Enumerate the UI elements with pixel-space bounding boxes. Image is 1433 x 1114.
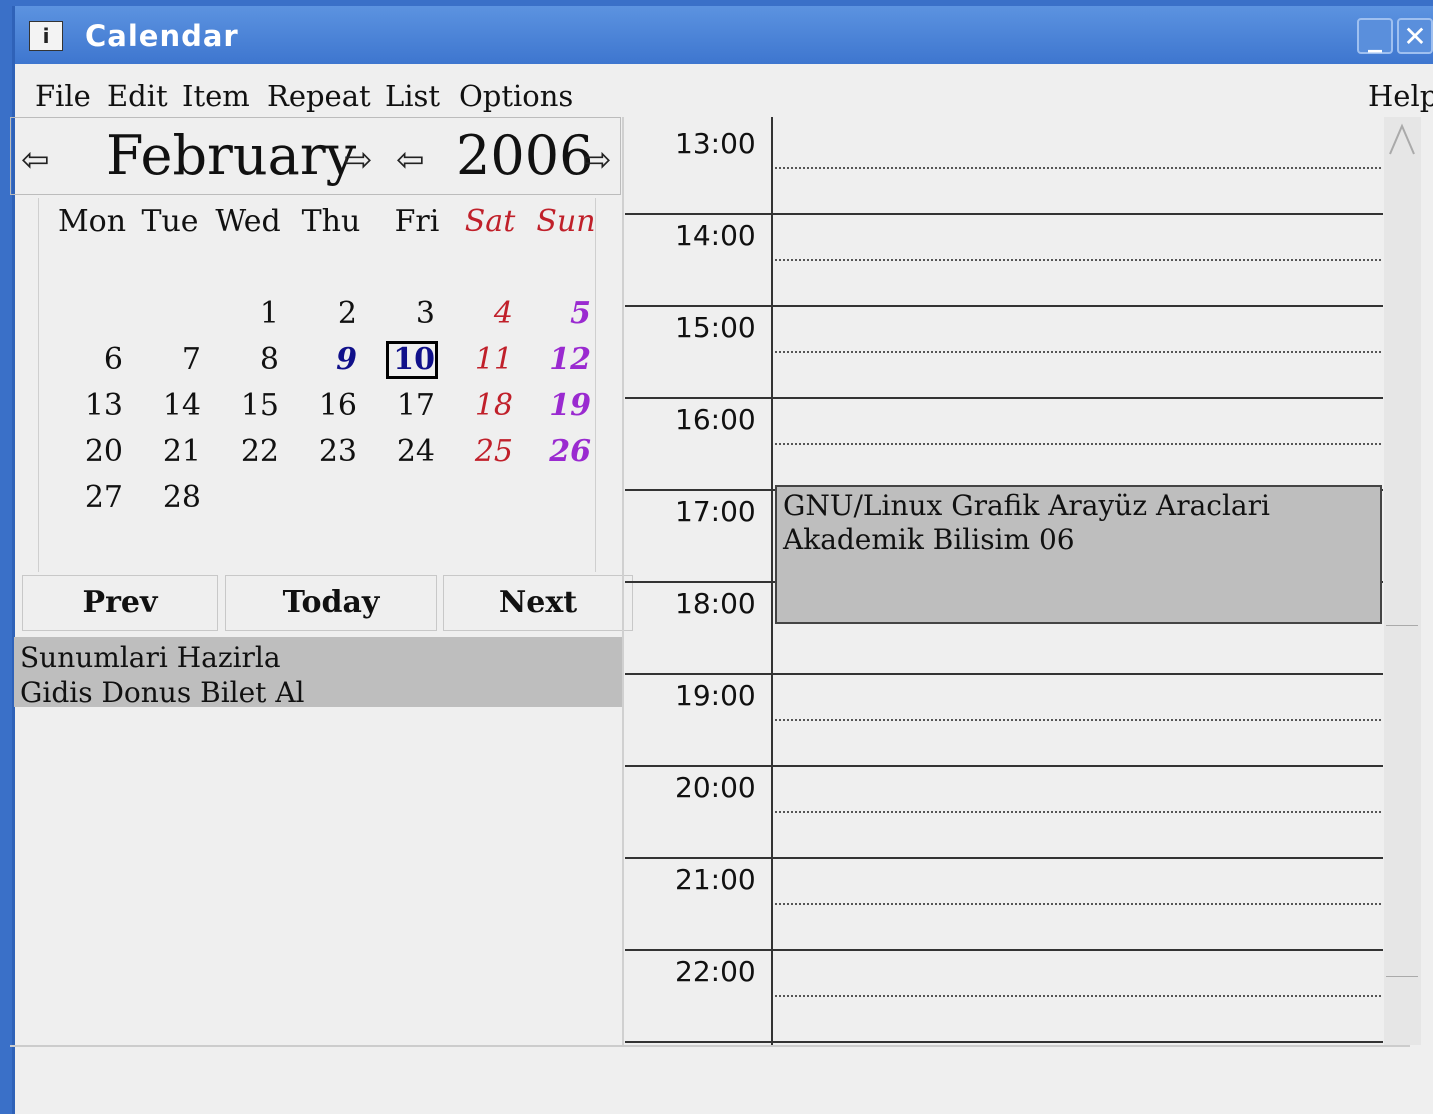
calendar-day[interactable]: 11	[443, 342, 513, 377]
calendar-day[interactable]: 8	[209, 342, 279, 377]
todo-item[interactable]: Gidis Donus Bilet Al	[20, 676, 305, 709]
menu-file[interactable]: File	[35, 79, 91, 113]
calendar-day[interactable]: 21	[131, 434, 201, 469]
half-hour-line	[775, 903, 1381, 905]
hour-label: 18:00	[675, 587, 756, 620]
scrollbar-thumb[interactable]	[1386, 625, 1418, 977]
next-month-arrow-icon[interactable]: ⇨	[344, 140, 373, 180]
menu-list[interactable]: List	[385, 79, 440, 113]
calendar-day[interactable]: 4	[443, 296, 513, 331]
menu-bar: File Edit Item Repeat List Options Help	[15, 66, 1433, 122]
calendar-day[interactable]: 12	[521, 342, 591, 377]
status-bar	[10, 1050, 1410, 1108]
prev-month-arrow-icon[interactable]: ⇦	[21, 140, 50, 180]
weekday-header: Wed	[215, 204, 281, 239]
half-hour-line	[775, 719, 1381, 721]
todo-list: Sunumlari Hazirla Gidis Donus Bilet Al	[14, 637, 623, 709]
calendar-day[interactable]: 24	[365, 434, 435, 469]
hour-line	[625, 305, 1383, 307]
app-icon[interactable]: i	[29, 21, 63, 51]
calendar-day[interactable]: 26	[521, 434, 591, 469]
appointment-event[interactable]: GNU/Linux Grafik Arayüz Araclari Akademi…	[775, 485, 1382, 624]
weekday-header: Tue	[141, 204, 199, 239]
calendar-day[interactable]: 18	[443, 388, 513, 423]
weekday-header-sunday: Sun	[536, 204, 596, 239]
prev-button[interactable]: Prev	[22, 575, 218, 631]
hour-label: 17:00	[675, 495, 756, 528]
weekday-header-saturday: Sat	[464, 204, 516, 239]
hour-line	[625, 1041, 1383, 1043]
hour-label: 21:00	[675, 863, 756, 896]
half-hour-line	[775, 995, 1381, 997]
close-button[interactable]: ✕	[1397, 18, 1433, 54]
calendar-day[interactable]: 5	[521, 296, 591, 331]
calendar-day[interactable]: 16	[287, 388, 357, 423]
window-title: Calendar	[85, 19, 239, 53]
hour-line	[625, 397, 1383, 399]
calendar-day[interactable]: 1	[209, 296, 279, 331]
half-hour-line	[775, 259, 1381, 261]
next-button[interactable]: Next	[443, 575, 633, 631]
weekday-header: Fri	[394, 204, 440, 239]
calendar-day[interactable]: 3	[365, 296, 435, 331]
month-year-navigator: ⇦ February ⇨ ⇦ 2006 ⇨	[10, 117, 621, 195]
half-hour-line	[775, 167, 1381, 169]
calendar-day[interactable]: 14	[131, 388, 201, 423]
calendar-day[interactable]: 22	[209, 434, 279, 469]
month-calendar-grid: Mon Tue Wed Thu Fri Sat Sun 1 2 3 4 5 6 …	[38, 198, 596, 572]
hour-line	[625, 949, 1383, 951]
calendar-day[interactable]: 17	[365, 388, 435, 423]
calendar-day[interactable]: 20	[53, 434, 123, 469]
today-button[interactable]: Today	[225, 575, 437, 631]
todo-item[interactable]: Sunumlari Hazirla	[20, 641, 281, 674]
year-label: 2006	[456, 124, 594, 187]
weekday-header: Thu	[301, 204, 361, 239]
month-label: February	[106, 124, 357, 187]
hour-label: 19:00	[675, 679, 756, 712]
menu-help[interactable]: Help	[1368, 79, 1433, 113]
title-bar[interactable]: i Calendar _ ✕	[15, 6, 1433, 64]
menu-item[interactable]: Item	[182, 79, 250, 113]
status-divider	[10, 1045, 1410, 1047]
minimize-button[interactable]: _	[1357, 18, 1393, 54]
calendar-day[interactable]: 23	[287, 434, 357, 469]
calendar-day[interactable]: 6	[53, 342, 123, 377]
calendar-day[interactable]: 28	[131, 480, 201, 515]
menu-repeat[interactable]: Repeat	[267, 79, 371, 113]
calendar-day[interactable]: 25	[443, 434, 513, 469]
half-hour-line	[775, 811, 1381, 813]
half-hour-line	[775, 351, 1381, 353]
calendar-day[interactable]: 27	[53, 480, 123, 515]
pane-divider[interactable]	[622, 117, 624, 1045]
hour-label: 22:00	[675, 955, 756, 988]
calendar-day[interactable]: 2	[287, 296, 357, 331]
calendar-day[interactable]: 9	[287, 342, 357, 377]
hour-line	[625, 857, 1383, 859]
weekday-header: Mon	[57, 204, 127, 239]
hour-line	[625, 765, 1383, 767]
half-hour-line	[775, 443, 1381, 445]
prev-year-arrow-icon[interactable]: ⇦	[396, 140, 425, 180]
hour-line	[625, 673, 1383, 675]
hour-label: 15:00	[675, 311, 756, 344]
hour-label: 20:00	[675, 771, 756, 804]
calendar-day[interactable]: 15	[209, 388, 279, 423]
hour-label: 14:00	[675, 219, 756, 252]
calendar-day-selected[interactable]: 10	[365, 342, 435, 377]
scroll-up-arrow-icon[interactable]	[1386, 120, 1418, 158]
hour-label: 16:00	[675, 403, 756, 436]
day-schedule: 13:00 14:00 15:00 16:00 17:00 18:00 19:0…	[625, 117, 1383, 1045]
calendar-day[interactable]: 7	[131, 342, 201, 377]
event-title: GNU/Linux Grafik Arayüz Araclari	[783, 489, 1270, 522]
calendar-day[interactable]: 13	[53, 388, 123, 423]
menu-options[interactable]: Options	[459, 79, 573, 113]
calendar-day[interactable]: 19	[521, 388, 591, 423]
hour-line	[625, 213, 1383, 215]
next-year-arrow-icon[interactable]: ⇨	[583, 140, 612, 180]
hour-label: 13:00	[675, 127, 756, 160]
event-subtitle: Akademik Bilisim 06	[783, 523, 1075, 556]
menu-edit[interactable]: Edit	[107, 79, 168, 113]
